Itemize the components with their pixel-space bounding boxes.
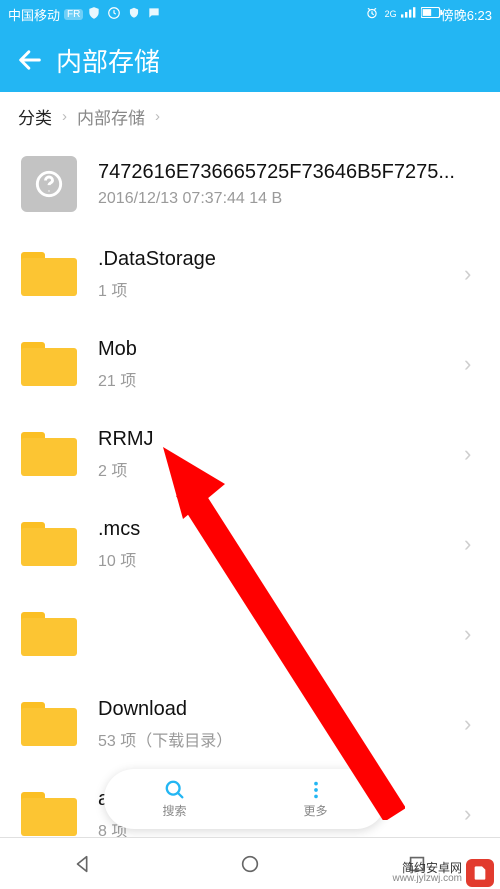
breadcrumb-root[interactable]: 分类 <box>18 104 52 129</box>
chevron-right-icon: › <box>62 108 67 125</box>
file-name: 7472616E736665725F73646B5F7275... <box>98 161 486 184</box>
watermark-url: www.jylzwj.com <box>393 874 462 884</box>
chevron-right-icon: › <box>464 531 486 557</box>
folder-icon <box>21 612 77 656</box>
app-toolbar: 内部存储 <box>0 28 500 92</box>
folder-row[interactable]: .DataStorage 1 项 › <box>0 229 500 319</box>
folder-icon <box>21 432 77 476</box>
alarm-icon <box>365 6 381 22</box>
folder-name: .mcs <box>98 518 458 541</box>
folder-icon <box>21 792 77 836</box>
more-label: 更多 <box>303 802 327 819</box>
folder-icon <box>21 702 77 746</box>
status-bar: 中国移动 FR 2G 傍晚6:23 <box>0 0 500 28</box>
bottom-action-bar: 搜索 更多 <box>104 769 386 829</box>
chevron-right-icon: › <box>464 621 486 647</box>
network-label: 2G <box>385 9 397 19</box>
folder-meta: 21 项 <box>98 367 458 391</box>
shield-icon <box>87 6 103 22</box>
folder-row[interactable]: RRMJ 2 项 › <box>0 409 500 499</box>
shield2-icon <box>127 6 143 22</box>
badge-icon: FR <box>64 9 83 20</box>
unknown-file-icon <box>21 156 77 212</box>
search-button[interactable]: 搜索 <box>104 769 245 829</box>
nav-back-button[interactable] <box>53 844 113 884</box>
folder-icon <box>21 522 77 566</box>
folder-name: .DataStorage <box>98 248 458 271</box>
folder-meta: 10 项 <box>98 547 458 571</box>
more-icon <box>305 779 327 801</box>
sync-icon <box>107 6 123 22</box>
chevron-right-icon: › <box>464 711 486 737</box>
folder-icon <box>21 252 77 296</box>
chevron-right-icon: › <box>464 351 486 377</box>
carrier-label: 中国移动 <box>8 5 60 24</box>
signal-icon <box>401 6 417 22</box>
more-button[interactable]: 更多 <box>245 769 386 829</box>
folder-name: Mob <box>98 338 458 361</box>
breadcrumb: 分类 › 内部存储 › <box>0 92 500 139</box>
folder-meta: 53 项（下载目录） <box>98 727 458 751</box>
folder-row[interactable]: Mob 21 项 › <box>0 319 500 409</box>
search-label: 搜索 <box>162 802 186 819</box>
chevron-right-icon: › <box>464 261 486 287</box>
folder-meta: 1 项 <box>98 277 458 301</box>
folder-row[interactable]: .mcs 10 项 › <box>0 499 500 589</box>
folder-row[interactable]: Download 53 项（下载目录） › <box>0 679 500 769</box>
watermark-icon <box>466 859 494 887</box>
redaction-block <box>96 601 458 667</box>
back-button[interactable] <box>10 40 50 80</box>
folder-name: RRMJ <box>98 428 458 451</box>
folder-meta: 2 项 <box>98 457 458 481</box>
clock-label: 傍晚6:23 <box>441 5 492 24</box>
chevron-right-icon: › <box>155 108 160 125</box>
chevron-right-icon: › <box>464 801 486 827</box>
breadcrumb-current: 内部存储 <box>77 104 145 129</box>
watermark: 简约安卓网 www.jylzwj.com <box>393 859 494 887</box>
file-meta: 2016/12/13 07:37:44 14 B <box>98 190 486 208</box>
page-title: 内部存储 <box>56 42 160 79</box>
battery-icon <box>421 6 437 22</box>
folder-icon <box>21 342 77 386</box>
file-list-content: 分类 › 内部存储 › 7472616E736665725F73646B5F72… <box>0 92 500 837</box>
search-icon <box>164 779 186 801</box>
folder-name: Download <box>98 698 458 721</box>
chevron-right-icon: › <box>464 441 486 467</box>
nav-home-button[interactable] <box>220 844 280 884</box>
chat-icon <box>147 6 163 22</box>
folder-row[interactable]: c 项 › <box>0 589 500 679</box>
file-row[interactable]: 7472616E736665725F73646B5F7275... 2016/1… <box>0 139 500 229</box>
